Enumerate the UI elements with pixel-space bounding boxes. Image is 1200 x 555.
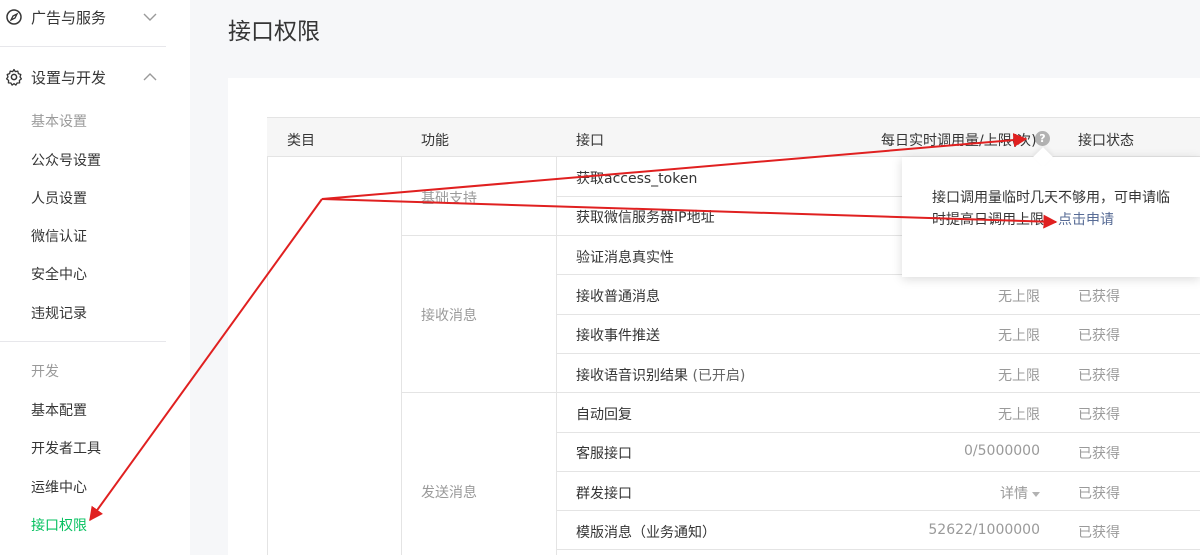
page-title: 接口权限 — [228, 19, 320, 45]
api-name-row: 接收语音识别结果 (已开启) — [576, 365, 745, 385]
nav-group-settings[interactable]: 设置与开发 — [0, 57, 166, 97]
sidebar-item-ops-center[interactable]: 运维中心 — [31, 477, 87, 497]
row-divider — [556, 549, 1200, 550]
status-value: 已获得 — [1078, 525, 1120, 541]
quota-value: 无上限 — [998, 289, 1040, 305]
status-value: 已获得 — [1078, 446, 1120, 462]
quota-value: 无上限 — [998, 328, 1040, 344]
api-name: 接收普通消息 — [576, 289, 660, 305]
status-value: 已获得 — [1078, 407, 1120, 423]
api-name: 自动回复 — [576, 407, 632, 423]
quota-tooltip: 接口调用量临时几天不够用，可申请临时提高日调用上限，点击申请 — [902, 157, 1200, 277]
sidebar-item-basic-config[interactable]: 基本配置 — [31, 400, 87, 420]
status-value: 已获得 — [1078, 289, 1120, 305]
quota-value: 无上限 — [998, 407, 1040, 423]
status-value: 已获得 — [1078, 368, 1120, 384]
function-cell: 接收消息 — [421, 308, 477, 324]
nav-group-ads-label: 广告与服务 — [31, 8, 107, 27]
status-value: 已获得 — [1078, 328, 1120, 344]
sidebar-item-api-permissions[interactable]: 接口权限 — [31, 515, 87, 535]
gear-icon — [5, 68, 23, 86]
nav-divider — [0, 46, 166, 47]
sidebar-item-dev-tools[interactable]: 开发者工具 — [31, 438, 101, 458]
quota-value: 无上限 — [998, 368, 1040, 384]
sidebar-item-violation-records[interactable]: 违规记录 — [31, 303, 87, 323]
nav-section-dev: 开发 — [31, 364, 59, 380]
tooltip-text: 接口调用量临时几天不够用，可申请临时提高日调用上限， — [932, 190, 1170, 228]
sidebar: 广告与服务 设置与开发 基本设置 公众号设置 人员设置 微信认证 安全中心 违规… — [0, 0, 190, 555]
api-name: 模版消息（业务通知） — [576, 525, 716, 541]
row-divider — [556, 314, 1200, 315]
sidebar-item-account-settings[interactable]: 公众号设置 — [31, 150, 101, 170]
th-api: 接口 — [576, 133, 604, 149]
caret-down-icon — [1032, 491, 1040, 497]
quota-value: 52622/1000000 — [928, 522, 1040, 538]
api-name: 接收事件推送 — [576, 328, 660, 344]
api-name: 接收语音识别结果 — [576, 368, 688, 384]
quota-details-dropdown[interactable]: 详情 — [1000, 483, 1040, 503]
th-status: 接口状态 — [1078, 133, 1134, 149]
api-note: (已开启) — [692, 368, 746, 384]
status-value: 已获得 — [1078, 486, 1120, 502]
api-name: 群发接口 — [576, 486, 632, 502]
th-function: 功能 — [421, 133, 449, 149]
compass-icon — [6, 9, 22, 25]
sidebar-item-security-center[interactable]: 安全中心 — [31, 264, 87, 284]
th-quota: 每日实时调用量/上限(次) — [881, 133, 1037, 149]
function-cell: 基础支持 — [421, 191, 477, 207]
nav-divider — [0, 341, 166, 342]
row-divider — [556, 510, 1200, 511]
group-divider — [401, 392, 1200, 393]
row-divider — [556, 432, 1200, 433]
table-divider — [556, 157, 557, 555]
quota-value: 0/5000000 — [964, 443, 1040, 459]
row-divider — [556, 471, 1200, 472]
chevron-up-icon — [143, 73, 157, 81]
chevron-down-icon — [143, 13, 157, 21]
help-icon[interactable]: ? — [1035, 131, 1050, 146]
sidebar-item-staff-settings[interactable]: 人员设置 — [31, 188, 87, 208]
nav-group-settings-label: 设置与开发 — [31, 68, 107, 87]
table-header: 类目 功能 接口 每日实时调用量/上限(次) 接口状态 — [267, 117, 1200, 157]
table-divider — [401, 157, 402, 555]
api-name: 验证消息真实性 — [576, 250, 674, 266]
sidebar-item-wechat-verify[interactable]: 微信认证 — [31, 226, 87, 246]
nav-section-basic: 基本设置 — [31, 114, 87, 130]
apply-link[interactable]: 点击申请 — [1058, 212, 1114, 228]
api-name: 客服接口 — [576, 446, 632, 462]
table-border — [267, 157, 268, 555]
api-name: 获取access_token — [576, 171, 698, 187]
th-category: 类目 — [287, 133, 315, 149]
nav-group-ads[interactable]: 广告与服务 — [0, 0, 166, 37]
function-cell: 发送消息 — [421, 485, 477, 501]
api-name: 获取微信服务器IP地址 — [576, 210, 715, 226]
row-divider — [556, 353, 1200, 354]
quota-details-label: 详情 — [1000, 486, 1028, 502]
